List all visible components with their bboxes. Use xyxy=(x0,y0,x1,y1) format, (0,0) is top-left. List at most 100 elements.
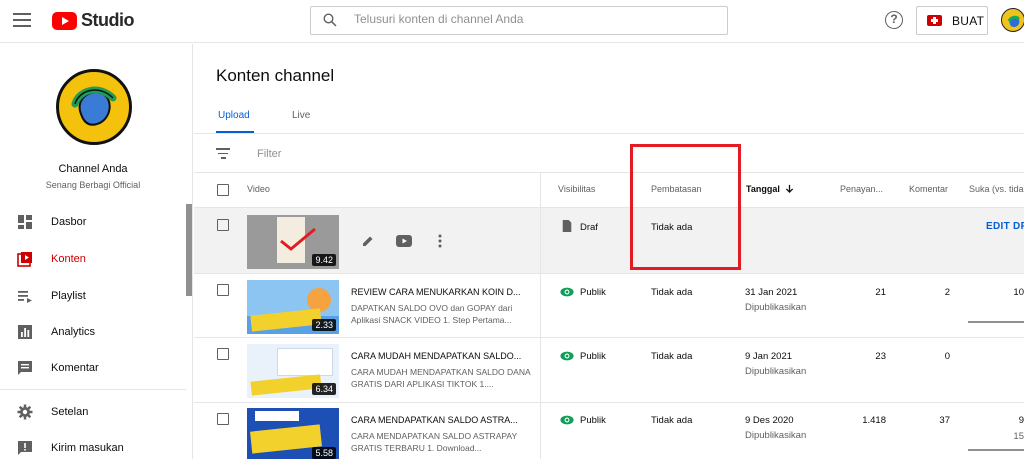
checkmark-scribble xyxy=(280,227,316,251)
sidebar-item-setelan[interactable]: Setelan xyxy=(0,394,186,430)
likes-ratio-bar xyxy=(968,321,1024,323)
sidebar-item-label: Playlist xyxy=(51,290,86,302)
publish-status: Dipublikasikan xyxy=(745,366,807,377)
thumbnail-image xyxy=(277,348,333,376)
edit-draft-button[interactable]: EDIT DR xyxy=(986,221,1024,232)
views-count: 21 xyxy=(875,287,886,298)
select-all-checkbox[interactable] xyxy=(217,184,229,196)
column-header-date-label: Tanggal xyxy=(746,184,780,194)
visibility-label: Publik xyxy=(580,351,606,362)
duration-badge: 2.33 xyxy=(312,319,336,331)
video-title[interactable]: CARA MUDAH MENDAPATKAN SALDO... xyxy=(351,351,531,361)
search-box[interactable] xyxy=(310,6,728,35)
search-input[interactable] xyxy=(354,12,714,26)
restriction-label: Tidak ada xyxy=(651,415,693,426)
sidebar-item-playlist[interactable]: Playlist xyxy=(0,278,186,314)
search-icon xyxy=(323,13,337,27)
create-video-icon xyxy=(927,15,942,26)
column-header-comments[interactable]: Komentar xyxy=(909,184,948,194)
row-checkbox[interactable] xyxy=(217,284,229,296)
row-checkbox[interactable] xyxy=(217,348,229,360)
publish-status: Dipublikasikan xyxy=(745,430,807,441)
settings-icon xyxy=(17,404,33,420)
video-description: CARA MENDAPATKAN SALDO ASTRAPAY GRATIS T… xyxy=(351,431,517,453)
views-count: 1.418 xyxy=(862,415,886,426)
dislikes-count: 15 xyxy=(1013,431,1024,442)
video-description: CARA MUDAH MENDAPATKAN SALDO DANA GRATIS… xyxy=(351,367,531,389)
video-thumbnail[interactable]: 5.58 xyxy=(247,408,339,459)
comments-count: 2 xyxy=(944,287,950,298)
more-options-icon[interactable] xyxy=(438,234,442,248)
edit-pencil-icon[interactable] xyxy=(361,234,375,248)
video-description: DAPATKAN SALDO OVO dan GOPAY dari Aplika… xyxy=(351,303,513,325)
tab-live[interactable]: Live xyxy=(292,110,310,121)
channel-subtitle: Senang Berbagi Official xyxy=(45,180,141,190)
row-checkbox[interactable] xyxy=(217,413,229,425)
column-header-date[interactable]: Tanggal xyxy=(746,184,794,194)
sidebar: Channel Anda Senang Berbagi Official Das… xyxy=(0,44,193,459)
table-row[interactable]: 2.33 REVIEW CARA MENUKARKAN KOIN D... DA… xyxy=(194,275,1024,338)
publish-status: Dipublikasikan xyxy=(745,302,807,313)
row-checkbox[interactable] xyxy=(217,219,229,231)
tab-upload[interactable]: Upload xyxy=(218,110,250,121)
highlight-annotation-box xyxy=(630,144,741,270)
likes-count: 10 xyxy=(1013,287,1024,298)
account-avatar[interactable] xyxy=(1001,8,1024,32)
filter-input[interactable]: Filter xyxy=(257,148,281,160)
sidebar-item-label: Kirim masukan xyxy=(51,442,124,454)
duration-badge: 9.42 xyxy=(312,254,336,266)
help-icon[interactable]: ? xyxy=(885,11,903,29)
divider xyxy=(194,133,1024,134)
column-separator xyxy=(540,173,541,459)
sidebar-item-dasbor[interactable]: Dasbor xyxy=(0,204,186,240)
sidebar-divider xyxy=(0,389,186,390)
youtube-logo-icon xyxy=(52,11,77,30)
likes-count: 9 xyxy=(1018,415,1024,426)
sidebar-scrollbar[interactable] xyxy=(186,204,192,296)
create-button[interactable]: BUAT xyxy=(916,6,988,35)
sidebar-item-kirim-masukan[interactable]: Kirim masukan xyxy=(0,430,186,459)
public-eye-icon xyxy=(560,415,574,425)
sidebar-item-komentar[interactable]: Komentar xyxy=(0,350,186,386)
comments-count: 0 xyxy=(944,351,950,362)
comments-icon xyxy=(18,361,32,375)
column-header-likes[interactable]: Suka (vs. tida xyxy=(969,184,1024,194)
video-thumbnail[interactable]: 6.34 xyxy=(247,344,339,398)
logo-text: Studio xyxy=(81,10,135,30)
table-row[interactable]: 5.58 CARA MENDAPATKAN SALDO ASTRA... CAR… xyxy=(194,404,1024,459)
feedback-icon xyxy=(18,441,32,455)
video-thumbnail[interactable]: 9.42 xyxy=(247,215,339,269)
publish-date: 9 Jan 2021 xyxy=(745,351,793,362)
likes-ratio-bar xyxy=(968,449,1024,451)
thumbnail-banner xyxy=(250,374,322,396)
table-row[interactable]: 6.34 CARA MUDAH MENDAPATKAN SALDO... CAR… xyxy=(194,339,1024,403)
comments-count: 37 xyxy=(939,415,950,426)
duration-badge: 6.34 xyxy=(312,383,336,395)
divider xyxy=(194,172,1024,173)
video-thumbnail[interactable]: 2.33 xyxy=(247,280,339,334)
channel-avatar[interactable] xyxy=(56,69,132,145)
youtube-play-icon[interactable] xyxy=(396,235,412,247)
sidebar-item-analytics[interactable]: Analytics xyxy=(0,314,186,350)
video-title[interactable]: REVIEW CARA MENUKARKAN KOIN D... xyxy=(351,287,531,297)
page-title: Konten channel xyxy=(216,66,335,85)
column-header-views[interactable]: Penayan... xyxy=(840,184,883,194)
filter-icon[interactable] xyxy=(216,148,230,160)
menu-icon[interactable] xyxy=(13,13,31,27)
publish-date: 31 Jan 2021 xyxy=(745,287,798,298)
column-header-visibility[interactable]: Visibilitas xyxy=(558,184,595,194)
restriction-label: Tidak ada xyxy=(651,351,693,362)
video-title[interactable]: CARA MENDAPATKAN SALDO ASTRA... xyxy=(351,415,531,425)
restriction-label: Tidak ada xyxy=(651,287,693,298)
sidebar-item-konten[interactable]: Konten xyxy=(0,241,186,277)
content-icon xyxy=(17,252,32,267)
visibility-label: Draf xyxy=(580,222,598,233)
channel-name: Channel Anda xyxy=(58,163,128,175)
top-bar: Studio ? BUAT xyxy=(0,0,1024,43)
visibility-label: Publik xyxy=(580,415,606,426)
table-row[interactable]: 9.42 Draf Tidak ada EDIT DR xyxy=(194,208,1024,274)
duration-badge: 5.58 xyxy=(312,447,336,459)
studio-logo[interactable]: Studio xyxy=(52,10,135,31)
views-count: 23 xyxy=(875,351,886,362)
sidebar-item-label: Komentar xyxy=(51,362,99,374)
